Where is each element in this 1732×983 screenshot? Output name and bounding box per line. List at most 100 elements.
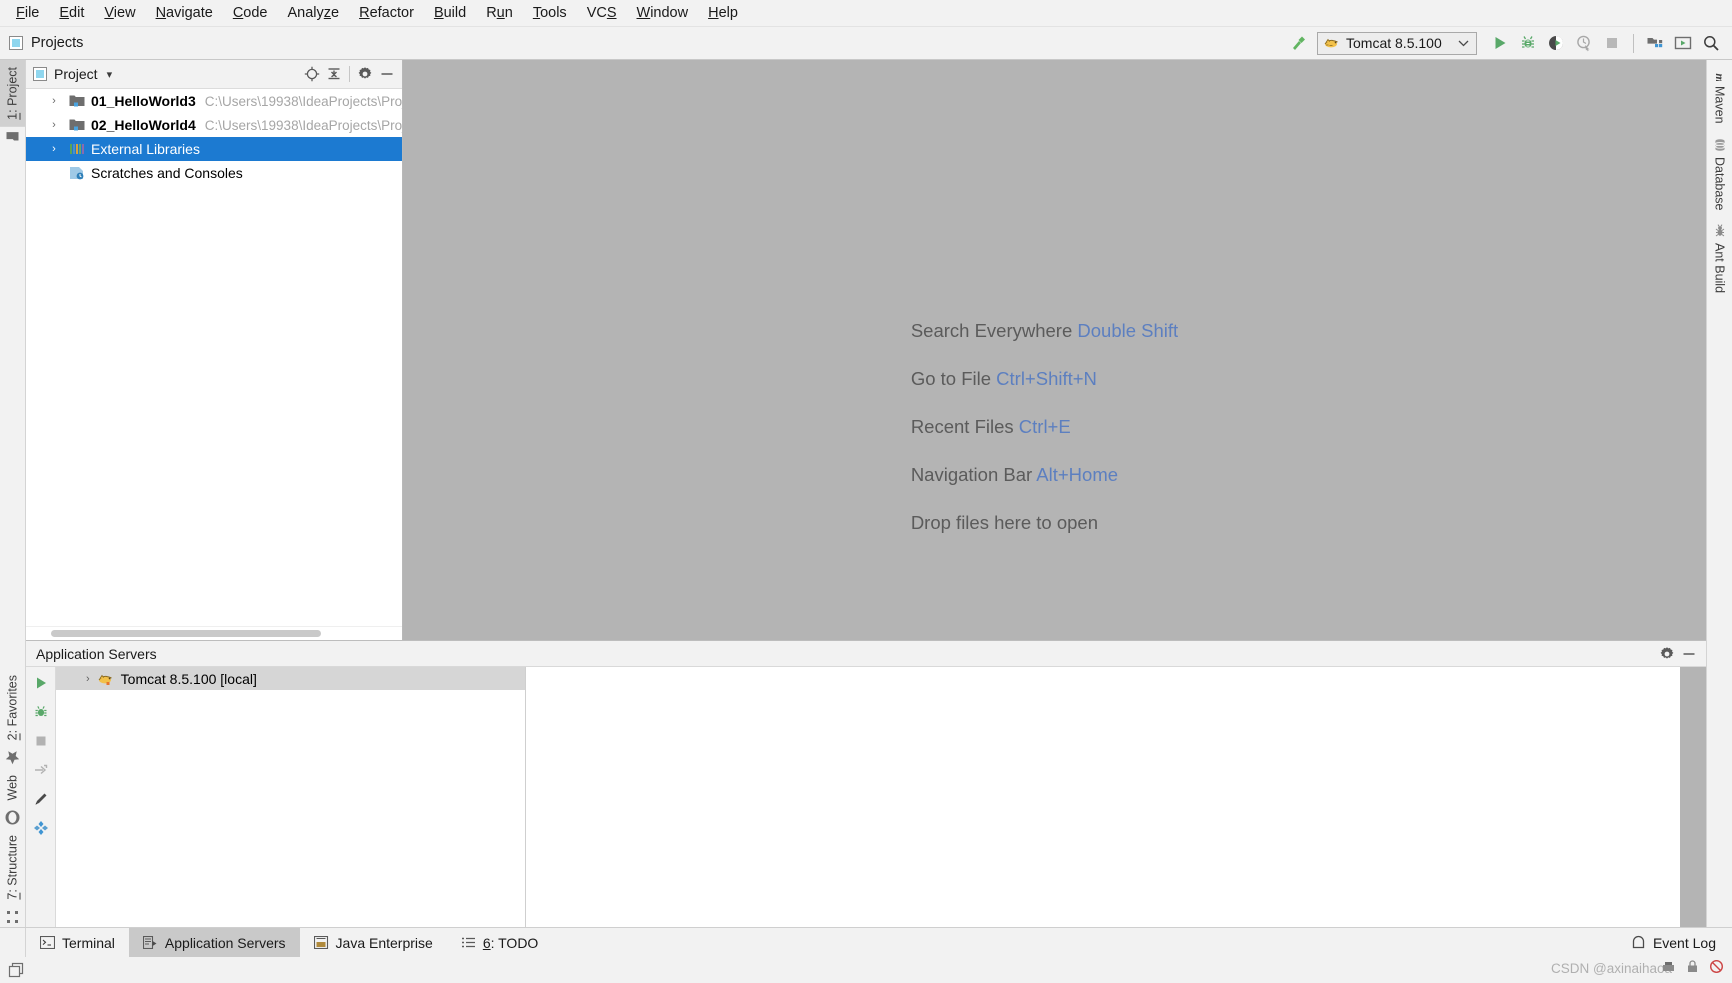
chevron-down-icon [1458, 39, 1469, 47]
menu-item-file[interactable]: File [6, 3, 49, 23]
scrollbar-thumb[interactable] [51, 630, 321, 637]
expand-chevron-icon[interactable]: › [46, 119, 62, 131]
web-rail-label: Web [5, 774, 20, 801]
run-configuration-selector[interactable]: Tomcat 8.5.100 [1317, 31, 1477, 55]
tip-action: Recent Files [910, 416, 1014, 437]
sidebar-item-project[interactable]: 1: Project [0, 60, 25, 127]
scratches-icon [69, 166, 85, 180]
hide-icon[interactable] [376, 63, 398, 85]
event-log-button[interactable]: Event Log [1615, 928, 1732, 957]
menu-item-view[interactable]: View [94, 3, 145, 23]
tab-label: Application Servers [164, 934, 286, 951]
tab-label: Java Enterprise [335, 934, 433, 951]
status-line: CSDN @axinaihaoa [0, 957, 1732, 983]
app-servers-action-rail [26, 667, 56, 927]
menu-item-analyze[interactable]: Analyze [278, 3, 350, 23]
edit-icon[interactable] [30, 788, 52, 810]
block-icon[interactable] [1709, 959, 1724, 974]
menu-item-vcs[interactable]: VCS [577, 3, 627, 23]
right-tool-rail: m Maven Database Ant Build [1706, 60, 1732, 927]
status-bar: Terminal Application Servers Java Enterpri… [0, 927, 1732, 983]
database-icon [1713, 138, 1727, 152]
run-with-coverage-icon[interactable] [1543, 30, 1569, 56]
project-folder-icon [0, 127, 25, 146]
server-row-tomcat[interactable]: › Tomcat 8.5.100 [local] [56, 667, 525, 690]
menu-item-window[interactable]: Window [627, 3, 699, 23]
main-toolbar: Projects Tomcat 8.5.100 [0, 27, 1732, 60]
sidebar-item-ant-build[interactable]: Ant Build [1707, 217, 1732, 300]
tree-node-02-helloworld4[interactable]: › 02_HelloWorld4 C:\Users\19938\IdeaProjec… [26, 113, 402, 137]
sidebar-item-maven[interactable]: m Maven [1707, 60, 1732, 131]
expand-chevron-icon[interactable]: › [46, 143, 62, 155]
sidebar-item-favorites[interactable]: 2: Favorites [0, 668, 25, 747]
editor-tip: Recent Files Ctrl+E [911, 416, 1178, 438]
memory-icon[interactable] [1661, 959, 1676, 974]
project-tool-window: Project ▾ › 01_HelloWorld3 C:\Users\1993… [26, 60, 403, 640]
tab-application-servers[interactable]: Application Servers [128, 928, 300, 957]
stop-icon [1599, 30, 1625, 56]
run-icon[interactable] [30, 672, 52, 694]
menu-item-build[interactable]: Build [424, 3, 476, 23]
project-tree[interactable]: › 01_HelloWorld3 C:\Users\19938\IdeaProjec… [26, 89, 402, 626]
search-icon[interactable] [1698, 30, 1724, 56]
expand-chevron-icon[interactable]: › [46, 95, 62, 107]
debug-icon[interactable] [1515, 30, 1541, 56]
collapse-all-icon[interactable] [323, 63, 345, 85]
rail-spacer [0, 146, 25, 668]
menu-item-navigate[interactable]: Navigate [146, 3, 223, 23]
menu-item-edit[interactable]: Edit [49, 3, 94, 23]
profile-icon[interactable] [1571, 30, 1597, 56]
upper-area: Project ▾ › 01_HelloWorld3 C:\Users\1993… [26, 60, 1706, 640]
settings-icon[interactable] [30, 817, 52, 839]
gear-icon[interactable] [1656, 643, 1678, 665]
sidebar-item-label: Ant Build [1712, 243, 1727, 294]
bottom-window-title: Application Servers [36, 645, 157, 662]
hammer-icon[interactable] [1285, 30, 1311, 56]
tree-node-label: 02_HelloWorld4 [91, 117, 196, 133]
project-view-icon [33, 67, 47, 81]
tab-6-todo[interactable]: 6: TODO [447, 928, 553, 957]
menu-item-tools[interactable]: Tools [523, 3, 577, 23]
tree-node-01-helloworld3[interactable]: › 01_HelloWorld3 C:\Users\19938\IdeaProjec… [26, 89, 402, 113]
menu-item-code[interactable]: Code [223, 3, 278, 23]
gear-icon[interactable] [354, 63, 376, 85]
web-icon [0, 807, 25, 828]
debug-icon[interactable] [30, 701, 52, 723]
bottom-window-body: › Tomcat 8.5.100 [local] [26, 667, 1706, 927]
menu-item-help[interactable]: Help [698, 3, 748, 23]
editor-tips: Search Everywhere Double Shift Go to File… [911, 320, 1178, 560]
project-horizontal-scrollbar[interactable] [26, 626, 402, 640]
menu-item-run[interactable]: Run [476, 3, 523, 23]
toolbar-actions: Tomcat 8.5.100 [1285, 30, 1732, 56]
bottom-window-header: Application Servers [26, 641, 1706, 667]
status-right-icons [1661, 959, 1724, 974]
menu-item-refactor[interactable]: Refactor [349, 3, 424, 23]
lock-icon[interactable] [1685, 959, 1700, 974]
run-icon[interactable] [1487, 30, 1513, 56]
module-folder-icon [69, 118, 85, 132]
tree-node-label: 01_HelloWorld3 [91, 93, 196, 109]
sidebar-item-database[interactable]: Database [1707, 131, 1732, 218]
tab-terminal[interactable]: Terminal [26, 928, 129, 957]
tree-node-external-libraries[interactable]: › External Libraries [26, 137, 402, 161]
tree-node-scratches-and-consoles[interactable]: Scratches and Consoles [26, 161, 402, 185]
tip-action: Navigation Bar [910, 464, 1033, 485]
tree-node-label: External Libraries [91, 141, 200, 157]
locate-icon[interactable] [301, 63, 323, 85]
sidebar-item-structure[interactable]: 7: Structure [0, 828, 25, 907]
structure-icon [0, 907, 25, 927]
tab-label: Terminal [62, 934, 115, 951]
idea-window: File Edit View Navigate Code Analyze Refactor B… [0, 0, 1732, 983]
tree-node-path: C:\Users\19938\IdeaProjects\Proj [204, 93, 402, 109]
servers-list[interactable]: › Tomcat 8.5.100 [local] [56, 667, 526, 927]
event-log-label: Event Log [1652, 934, 1716, 951]
expand-chevron-icon[interactable]: › [86, 673, 90, 685]
project-structure-icon[interactable] [1642, 30, 1668, 56]
chevron-down-icon[interactable]: ▾ [107, 68, 113, 81]
window-icon [8, 962, 25, 979]
hide-icon[interactable] [1678, 643, 1700, 665]
sidebar-item-web[interactable]: Web [0, 768, 25, 807]
tab-java-enterprise[interactable]: Java Enterprise [300, 928, 447, 957]
tree-node-path: C:\Users\19938\IdeaProjects\Proj [204, 117, 402, 133]
settings-window-icon[interactable] [1670, 30, 1696, 56]
